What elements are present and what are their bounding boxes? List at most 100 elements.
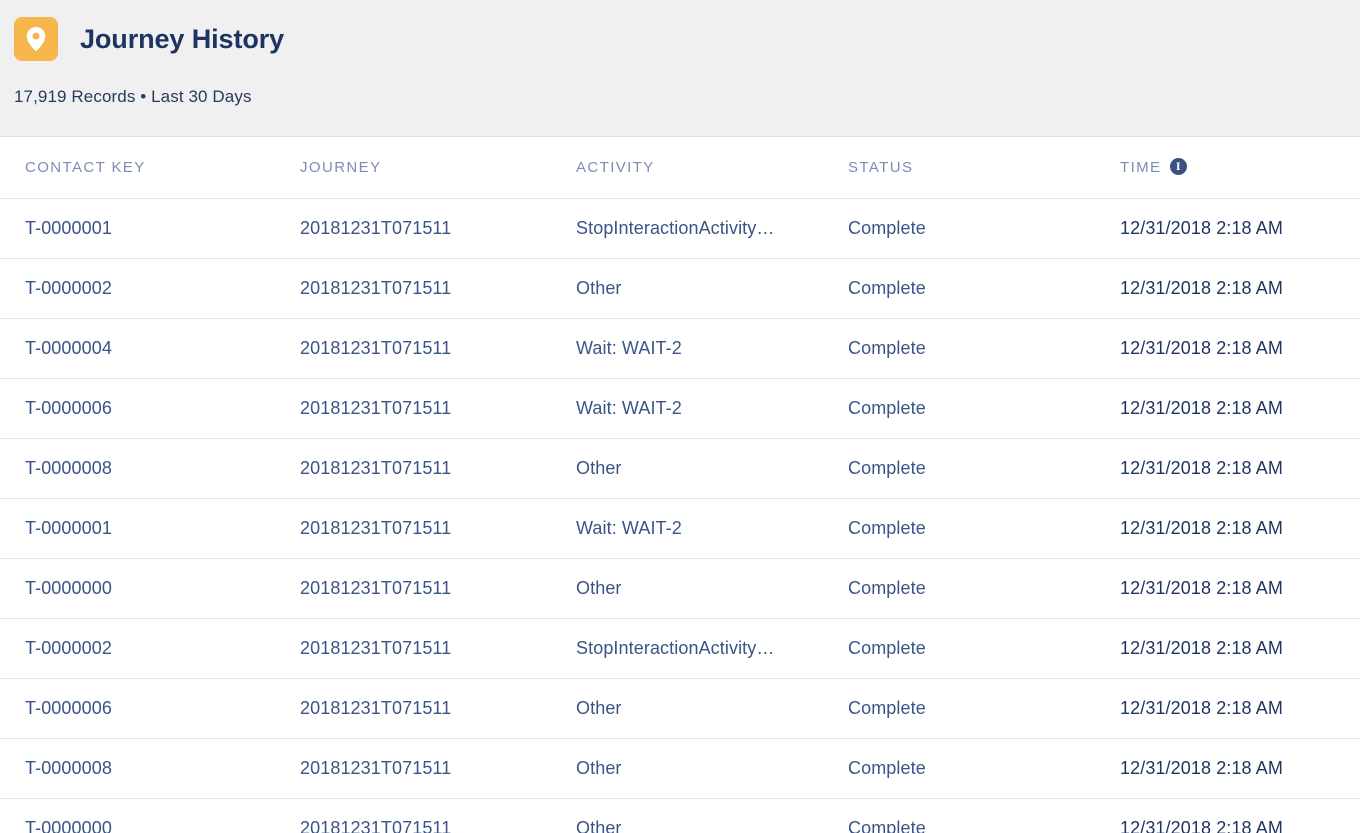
cell-time: 12/31/2018 2:18 AM	[1095, 258, 1360, 319]
cell-text: 20181231T071511	[300, 757, 452, 778]
column-header-label: Time	[1120, 159, 1162, 177]
cell-contact_key: T-0000004	[0, 318, 275, 379]
cell-text: 20181231T071511	[300, 457, 452, 478]
cell-text: StopInteractionActivity…	[576, 217, 775, 238]
cell-text: 12/31/2018 2:18 AM	[1120, 817, 1283, 833]
table-row[interactable]: T-0000001 20181231T071511 Wait: WAIT-2 Comp…	[0, 498, 1360, 559]
cell-text: 12/31/2018 2:18 AM	[1120, 577, 1283, 598]
cell-text: Complete	[848, 817, 926, 833]
column-header-activity[interactable]: Activity	[551, 138, 823, 199]
cell-time: 12/31/2018 2:18 AM	[1095, 378, 1360, 439]
record-summary: 17,919 Records • Last 30 Days	[14, 87, 252, 106]
cell-status: Complete	[823, 738, 1095, 799]
cell-text: 12/31/2018 2:18 AM	[1120, 397, 1283, 418]
cell-text: T-0000008	[25, 457, 112, 478]
cell-status: Complete	[823, 798, 1095, 833]
cell-text: 20181231T071511	[300, 217, 452, 238]
cell-contact_key: T-0000008	[0, 738, 275, 799]
cell-text: Wait: WAIT-2	[576, 397, 682, 418]
cell-text: 12/31/2018 2:18 AM	[1120, 457, 1283, 478]
cell-activity: Other	[551, 258, 823, 319]
table-row[interactable]: T-0000008 20181231T071511 Other Complete 12/…	[0, 438, 1360, 499]
column-header-journey[interactable]: Journey	[275, 138, 551, 199]
cell-text: 20181231T071511	[300, 577, 452, 598]
cell-text: 12/31/2018 2:18 AM	[1120, 757, 1283, 778]
table-row[interactable]: T-0000004 20181231T071511 Wait: WAIT-2 Comp…	[0, 318, 1360, 379]
table-row[interactable]: T-0000002 20181231T071511 StopInteractionA…	[0, 618, 1360, 679]
cell-journey: 20181231T071511	[275, 258, 551, 319]
journey-history-table: Contact Key Journey Activity Status Time	[0, 138, 1360, 833]
cell-text: Complete	[848, 517, 926, 538]
cell-journey: 20181231T071511	[275, 618, 551, 679]
table-row[interactable]: T-0000006 20181231T071511 Other Complete 12/…	[0, 678, 1360, 739]
cell-activity: Other	[551, 438, 823, 499]
table-body: T-0000001 20181231T071511 StopInteractionA…	[0, 198, 1360, 833]
cell-activity: Other	[551, 678, 823, 739]
cell-text: Wait: WAIT-2	[576, 517, 682, 538]
cell-text: Complete	[848, 217, 926, 238]
cell-text: 12/31/2018 2:18 AM	[1120, 637, 1283, 658]
journey-history-table-container[interactable]: Contact Key Journey Activity Status Time	[0, 138, 1360, 833]
cell-text: T-0000001	[25, 517, 112, 538]
column-header-label: Status	[848, 159, 914, 177]
column-header-label: Activity	[576, 159, 655, 177]
cell-text: 12/31/2018 2:18 AM	[1120, 277, 1283, 298]
cell-activity: StopInteractionActivity…	[551, 198, 823, 259]
info-circle-icon[interactable]: i	[1170, 158, 1188, 176]
cell-text: Other	[576, 757, 622, 778]
cell-contact_key: T-0000000	[0, 798, 275, 833]
column-header-time[interactable]: Time i	[1095, 138, 1360, 199]
cell-contact_key: T-0000002	[0, 618, 275, 679]
cell-text: 20181231T071511	[300, 277, 452, 298]
cell-text: 20181231T071511	[300, 637, 452, 658]
cell-text: T-0000002	[25, 637, 112, 658]
table-row[interactable]: T-0000002 20181231T071511 Other Complete 12/…	[0, 258, 1360, 319]
cell-status: Complete	[823, 198, 1095, 259]
cell-status: Complete	[823, 378, 1095, 439]
cell-time: 12/31/2018 2:18 AM	[1095, 738, 1360, 799]
table-row[interactable]: T-0000006 20181231T071511 Wait: WAIT-2 Comp…	[0, 378, 1360, 439]
table-row[interactable]: T-0000000 20181231T071511 Other Complete 12/…	[0, 558, 1360, 619]
cell-time: 12/31/2018 2:18 AM	[1095, 798, 1360, 833]
cell-contact_key: T-0000008	[0, 438, 275, 499]
cell-text: Complete	[848, 397, 926, 418]
table-header-row: Contact Key Journey Activity Status Time	[0, 138, 1360, 199]
column-header-contact-key[interactable]: Contact Key	[0, 138, 275, 199]
cell-text: Other	[576, 817, 622, 833]
cell-activity: Other	[551, 558, 823, 619]
cell-status: Complete	[823, 558, 1095, 619]
column-header-status[interactable]: Status	[823, 138, 1095, 199]
cell-text: T-0000006	[25, 697, 112, 718]
cell-contact_key: T-0000006	[0, 378, 275, 439]
cell-contact_key: T-0000001	[0, 498, 275, 559]
cell-journey: 20181231T071511	[275, 678, 551, 739]
journey-history-page: Journey History 17,919 Records • Last 30…	[0, 0, 1360, 833]
cell-status: Complete	[823, 618, 1095, 679]
cell-activity: Wait: WAIT-2	[551, 378, 823, 439]
cell-text: Complete	[848, 697, 926, 718]
cell-text: T-0000006	[25, 397, 112, 418]
column-header-label: Journey	[300, 159, 382, 177]
cell-contact_key: T-0000001	[0, 198, 275, 259]
cell-journey: 20181231T071511	[275, 198, 551, 259]
cell-journey: 20181231T071511	[275, 738, 551, 799]
table-row[interactable]: T-0000001 20181231T071511 StopInteractionA…	[0, 198, 1360, 259]
cell-text: T-0000001	[25, 217, 112, 238]
table-row[interactable]: T-0000000 20181231T071511 Other Complete 12/…	[0, 798, 1360, 833]
header-title-row: Journey History	[14, 16, 1360, 62]
cell-status: Complete	[823, 258, 1095, 319]
cell-journey: 20181231T071511	[275, 498, 551, 559]
cell-status: Complete	[823, 438, 1095, 499]
cell-text: Complete	[848, 337, 926, 358]
page-title: Journey History	[80, 23, 285, 54]
cell-activity: Other	[551, 738, 823, 799]
cell-time: 12/31/2018 2:18 AM	[1095, 438, 1360, 499]
cell-activity: Wait: WAIT-2	[551, 318, 823, 379]
table-row[interactable]: T-0000008 20181231T071511 Other Complete 12/…	[0, 738, 1360, 799]
cell-text: Other	[576, 277, 622, 298]
cell-text: StopInteractionActivity…	[576, 637, 775, 658]
cell-text: T-0000008	[25, 757, 112, 778]
cell-journey: 20181231T071511	[275, 438, 551, 499]
table-header: Contact Key Journey Activity Status Time	[0, 138, 1360, 199]
cell-time: 12/31/2018 2:18 AM	[1095, 678, 1360, 739]
